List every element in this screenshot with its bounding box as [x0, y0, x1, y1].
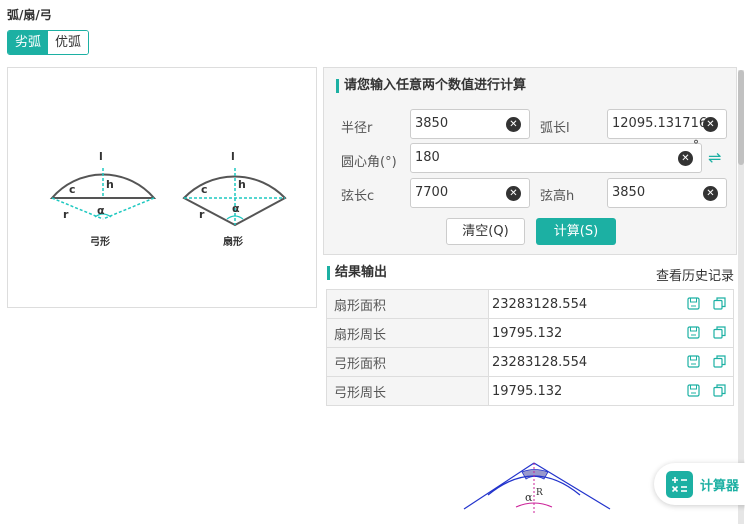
- copy-icon[interactable]: [713, 355, 726, 368]
- history-link[interactable]: 查看历史记录: [656, 265, 734, 284]
- result-value: 19795.132: [492, 383, 563, 399]
- result-key: 弓形面积: [326, 347, 489, 377]
- table-row: 扇形周长 19795.132: [326, 318, 734, 348]
- chord-height-value: 3850: [612, 185, 646, 200]
- radius-value: 3850: [415, 116, 449, 131]
- tab-major-arc[interactable]: 优弧: [48, 31, 89, 54]
- tangent-right: [533, 462, 611, 510]
- bow-shape: l h c r α 弓形: [49, 150, 157, 248]
- result-value: 23283128.554: [492, 354, 588, 370]
- degree-symbol: °: [693, 138, 699, 152]
- result-value: 19795.132: [492, 325, 563, 341]
- radius-input[interactable]: 3850 ✕: [410, 109, 530, 139]
- save-icon[interactable]: [687, 297, 700, 310]
- curve-label-r: R: [536, 488, 543, 498]
- sector-label-alpha: α: [232, 202, 240, 215]
- bow-label-c: c: [69, 183, 76, 196]
- sector-label-c: c: [201, 183, 208, 196]
- save-icon[interactable]: [687, 355, 700, 368]
- swap-arrows-icon[interactable]: ⇌: [708, 148, 721, 167]
- table-row: 弓形面积 23283128.554: [326, 347, 734, 377]
- calculator-icon: [666, 470, 693, 498]
- bow-label-alpha: α: [97, 204, 105, 217]
- arc-length-value: 12095.131716: [612, 116, 708, 131]
- bow-label-l: l: [99, 150, 103, 163]
- page-scrollbar[interactable]: [738, 70, 744, 524]
- calculate-button[interactable]: 计算(S): [536, 218, 616, 245]
- sector-label-h: h: [238, 178, 246, 191]
- bow-label-h: h: [106, 178, 114, 191]
- chord-height-label: 弦高h: [540, 189, 575, 204]
- sector-label-l: l: [231, 150, 235, 163]
- arc-length-input[interactable]: 12095.131716 ✕: [607, 109, 727, 139]
- clear-chord-height-icon[interactable]: ✕: [703, 186, 718, 201]
- bow-radius-right: [102, 197, 155, 220]
- clear-arc-length-icon[interactable]: ✕: [703, 117, 718, 132]
- tangent-left: [463, 462, 535, 510]
- result-value-cell: 23283128.554: [488, 289, 734, 319]
- table-row: 弓形周长 19795.132: [326, 376, 734, 406]
- copy-icon[interactable]: [713, 326, 726, 339]
- calculator-title: 请您输入任意两个数值进行计算: [336, 79, 526, 93]
- table-row: 扇形面积 23283128.554: [326, 289, 734, 319]
- shape-diagram-svg: l h c r α 弓形 l h c r α 扇形: [49, 150, 287, 248]
- bow-radius-left: [51, 197, 104, 220]
- arc-length-label: 弧长l: [540, 121, 570, 136]
- radius-label: 半径r: [341, 121, 373, 136]
- save-icon[interactable]: [687, 384, 700, 397]
- arc-type-tabs: 劣弧 优弧: [7, 30, 90, 55]
- copy-icon[interactable]: [713, 384, 726, 397]
- result-value-cell: 19795.132: [488, 376, 734, 406]
- chord-label: 弦长c: [341, 189, 375, 204]
- central-angle-label: 圆心角(°): [341, 155, 397, 170]
- calculator-widget-button[interactable]: 计算器: [654, 463, 745, 505]
- result-key: 弓形周长: [326, 376, 489, 406]
- chord-value: 7700: [415, 185, 449, 200]
- calculator-widget-label: 计算器: [700, 478, 740, 494]
- bow-caption: 弓形: [90, 236, 110, 248]
- clear-button[interactable]: 清空(Q): [446, 218, 525, 245]
- result-key: 扇形面积: [326, 289, 489, 319]
- central-angle-value: 180: [415, 150, 440, 165]
- sector-caption: 扇形: [223, 235, 243, 248]
- central-angle-input[interactable]: 180 ✕: [410, 143, 702, 173]
- copy-icon[interactable]: [713, 297, 726, 310]
- result-value-cell: 19795.132: [488, 318, 734, 348]
- shape-diagram: l h c r α 弓形 l h c r α 扇形: [7, 67, 317, 308]
- scrollbar-thumb[interactable]: [738, 70, 744, 165]
- sector-shape: l h c r α 扇形: [182, 150, 287, 248]
- page-title: 弧/扇/弓: [7, 8, 52, 22]
- chord-height-input[interactable]: 3850 ✕: [607, 178, 727, 208]
- clear-radius-icon[interactable]: ✕: [506, 117, 521, 132]
- result-value: 23283128.554: [492, 296, 588, 312]
- chord-input[interactable]: 7700 ✕: [410, 178, 530, 208]
- save-icon[interactable]: [687, 326, 700, 339]
- result-key: 扇形周长: [326, 318, 489, 348]
- results-title: 结果输出: [327, 266, 387, 280]
- tab-minor-arc[interactable]: 劣弧: [8, 31, 49, 54]
- curve-label-alpha: α: [525, 491, 533, 504]
- clear-central-angle-icon[interactable]: ✕: [678, 151, 693, 166]
- curve-diagram: R α: [463, 462, 611, 515]
- results-table: 扇形面积 23283128.554 扇形周长 19795.132 弓形面积 23…: [326, 289, 734, 406]
- calculator-panel: 请您输入任意两个数值进行计算 半径r 3850 ✕ 弧长l 12095.1317…: [323, 67, 737, 255]
- clear-chord-icon[interactable]: ✕: [506, 186, 521, 201]
- sector-label-r: r: [199, 208, 205, 221]
- result-value-cell: 23283128.554: [488, 347, 734, 377]
- bow-label-r: r: [63, 208, 69, 221]
